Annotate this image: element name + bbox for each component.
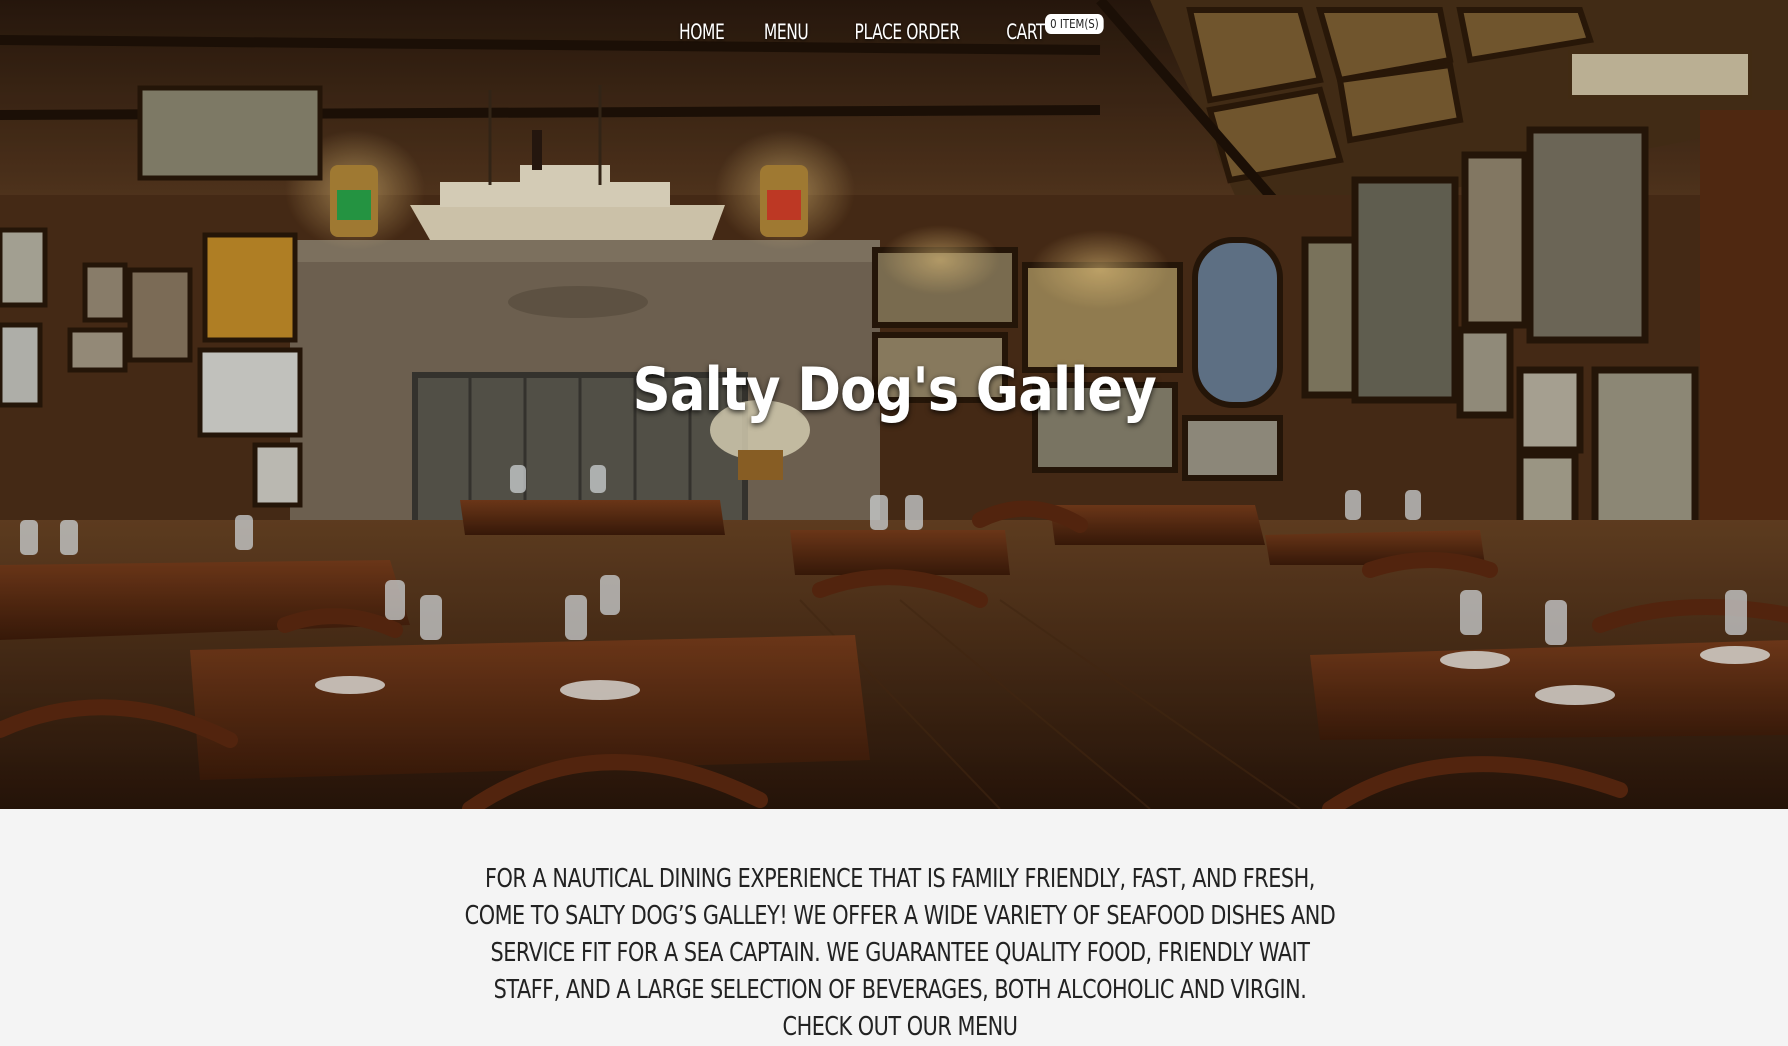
- nav-place-order-link[interactable]: PLACE ORDER: [855, 20, 961, 44]
- intro-text: FOR A NAUTICAL DINING EXPERIENCE THAT IS…: [464, 864, 1336, 1042]
- restaurant-title: Salty Dog's Galley: [0, 355, 1788, 425]
- nav-menu-link[interactable]: MENU: [764, 20, 809, 44]
- intro-section: FOR A NAUTICAL DINING EXPERIENCE THAT IS…: [0, 809, 1788, 1042]
- restaurant-title-text: Salty Dog's Galley: [632, 355, 1156, 425]
- nav-home-link[interactable]: HOME: [679, 20, 725, 44]
- hero-section: HOME MENU PLACE ORDER CART 0 ITEM(S) Sal…: [0, 0, 1788, 809]
- main-nav: HOME MENU PLACE ORDER CART 0 ITEM(S): [0, 12, 1788, 52]
- nav-cart-link[interactable]: CART: [1006, 20, 1045, 44]
- cart-count-badge[interactable]: 0 ITEM(S): [1044, 14, 1104, 34]
- nav-cart[interactable]: CART 0 ITEM(S): [1002, 14, 1114, 44]
